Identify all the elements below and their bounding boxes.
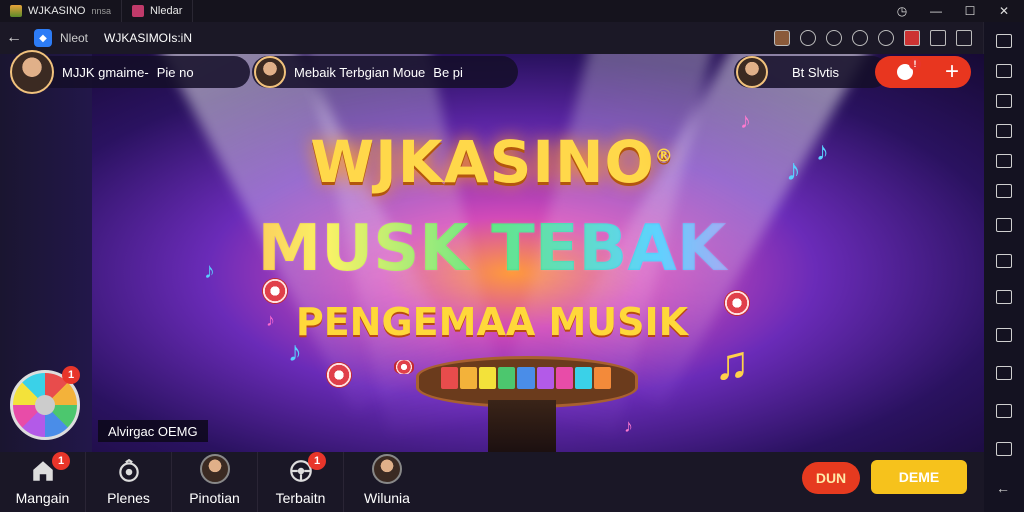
music-note-icon: ♪ — [204, 258, 215, 283]
browser-tab[interactable]: Nledar — [122, 0, 194, 22]
tab-title: Nledar — [149, 5, 183, 17]
plus-icon: + — [944, 58, 959, 85]
music-note-icon: ♪ — [786, 154, 801, 187]
user-extra: Pie no — [156, 64, 194, 80]
casino-chip-icon — [724, 290, 750, 316]
sidebar-icon[interactable] — [996, 94, 1012, 108]
avatar — [199, 454, 230, 484]
casino-chip-icon — [262, 278, 288, 304]
sidebar-icon[interactable] — [996, 254, 1012, 268]
close-icon[interactable]: ✕ — [990, 0, 1018, 22]
music-note-icon: ♪ — [816, 136, 829, 166]
extension-icon[interactable] — [904, 30, 920, 46]
extension-icon[interactable] — [878, 30, 894, 46]
sidebar-icon[interactable] — [996, 404, 1012, 418]
user-name: Bt Slvtis — [792, 64, 839, 80]
avatar — [10, 50, 54, 94]
sidebar-icon[interactable] — [996, 34, 1012, 48]
extension-icon[interactable] — [930, 30, 946, 46]
music-note-icon: ♪ — [266, 310, 275, 330]
site-icon: ◆ — [34, 29, 52, 47]
extension-icon[interactable] — [956, 30, 972, 46]
sidebar-icon[interactable] — [996, 290, 1012, 304]
nav-item-wilunia[interactable]: Wilunia — [344, 452, 430, 512]
user-extra: Be pi — [433, 64, 463, 80]
nav-label: Mangain — [15, 490, 70, 506]
sidebar-icon[interactable] — [996, 184, 1012, 198]
favicon-icon — [131, 5, 144, 17]
sidebar-icon[interactable] — [996, 124, 1012, 138]
avatar — [736, 56, 768, 88]
sidebar-icon[interactable] — [996, 64, 1012, 78]
sidebar-icon[interactable] — [996, 328, 1012, 342]
extension-icon[interactable] — [774, 30, 790, 46]
music-note-icon: ♪ — [624, 416, 633, 436]
banner-title: WJKASINO® — [310, 128, 674, 196]
nav-label: Pinotian — [189, 490, 240, 506]
nav-label: Wilunia — [364, 490, 410, 506]
tab-title: WJKASINO — [28, 5, 86, 17]
nav-item-terbaitn[interactable]: 1 Terbaitn — [258, 452, 344, 512]
deme-button[interactable]: DEME — [871, 460, 967, 494]
sidebar-icon[interactable] — [996, 366, 1012, 380]
notification-badge: ! — [909, 58, 921, 70]
banner-subtitle: MUSK TEBAK — [0, 212, 984, 286]
casino-chip-icon — [326, 362, 352, 388]
avatar — [372, 454, 402, 484]
sidebar-icon[interactable] — [996, 154, 1012, 168]
browser-tab-active[interactable]: WJKASINO nnsa — [0, 0, 122, 22]
top-user-chip[interactable]: MJJK gmaime- Pie no — [10, 50, 250, 94]
collapse-arrow-icon[interactable]: ← — [996, 480, 1010, 496]
music-note-icon: ♪ — [740, 108, 751, 133]
nav-label: Plenes — [107, 490, 150, 506]
address-url[interactable]: WJKASIMOIs:iN — [104, 31, 192, 45]
extension-icon[interactable] — [852, 30, 868, 46]
extension-icon[interactable] — [826, 30, 842, 46]
address-prefix[interactable]: Nleot — [60, 31, 88, 45]
notification-badge: 1 — [308, 452, 326, 470]
nav-item-pinotian[interactable]: Pinotian — [172, 452, 258, 512]
minimize-icon[interactable]: — — [922, 0, 950, 22]
nav-label: Terbaitn — [275, 490, 326, 506]
top-user-chip[interactable]: Mebaik Terbgian Moue Be pi — [252, 56, 518, 88]
sidebar-icon[interactable] — [996, 218, 1012, 232]
piggy-bank-icon — [118, 458, 139, 482]
piano-stand — [488, 400, 556, 452]
ticker-bar: Alvirgac OEMG — [98, 420, 208, 442]
address-bar: ← ◆ Nleot WJKASIMOIs:iN — [0, 22, 984, 54]
tab-suffix: nnsa — [91, 6, 111, 16]
browser-titlebar: WJKASINO nnsa Nledar ◷ — ☐ ✕ — [0, 0, 1024, 22]
history-icon[interactable]: ◷ — [888, 0, 916, 22]
back-arrow-icon[interactable]: ← — [0, 29, 28, 47]
nav-item-plenes[interactable]: Plenes — [86, 452, 172, 512]
favicon-icon — [10, 5, 22, 17]
banner-tagline: PENGEMAA MUSIK — [295, 300, 689, 344]
dun-button[interactable]: DUN — [802, 462, 860, 494]
sidebar-icon[interactable] — [996, 442, 1012, 456]
nav-item-mangain[interactable]: 1 Mangain — [0, 452, 86, 512]
user-name: MJJK gmaime- — [62, 64, 149, 80]
user-name: Mebaik Terbgian Moue — [294, 64, 426, 80]
browser-right-sidebar: ← — [983, 22, 1024, 512]
top-user-chip[interactable]: Bt Slvtis — [734, 56, 888, 88]
notification-badge: 1 — [62, 366, 80, 384]
casino-chip-icon — [394, 360, 414, 374]
music-note-icon: ♪ — [288, 336, 302, 367]
notification-badge: 1 — [52, 452, 70, 470]
music-note-icon: ♫ — [714, 337, 750, 390]
add-button[interactable]: ! + — [875, 56, 971, 88]
extension-icon[interactable] — [800, 30, 816, 46]
avatar — [254, 56, 286, 88]
ticker-text: Alvirgac OEMG — [108, 423, 198, 439]
maximize-icon[interactable]: ☐ — [956, 0, 984, 22]
